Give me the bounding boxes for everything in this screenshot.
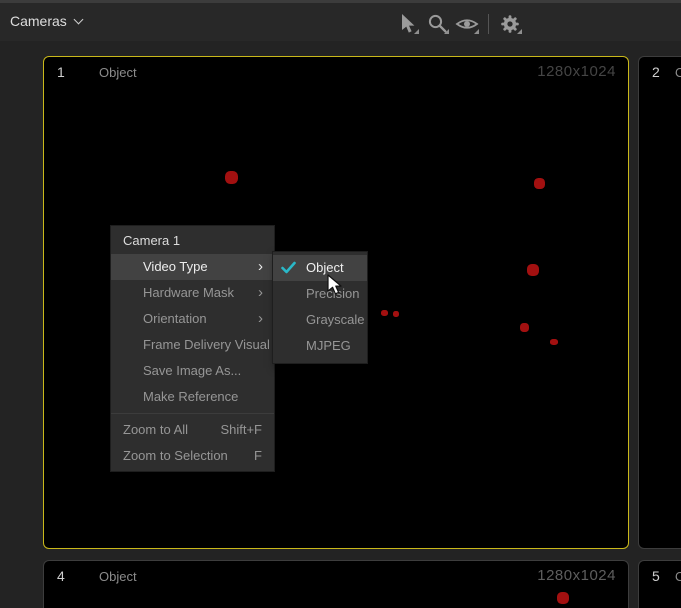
menu-separator bbox=[111, 413, 274, 414]
select-tool-button[interactable] bbox=[392, 10, 422, 37]
camera-resolution: 1280x1024 bbox=[537, 63, 616, 80]
tracked-marker bbox=[534, 178, 545, 189]
tracked-marker bbox=[393, 311, 399, 317]
submenu-item-mjpeg[interactable]: MJPEG bbox=[273, 333, 367, 359]
submenu-item-grayscale[interactable]: Grayscale bbox=[273, 307, 367, 333]
view-selector-label: Cameras bbox=[10, 13, 67, 29]
menu-item-label: Video Type bbox=[143, 259, 208, 274]
camera-video-type-label: Object bbox=[99, 65, 137, 80]
tracked-marker bbox=[527, 264, 539, 276]
dropdown-corner-icon bbox=[474, 29, 479, 34]
menu-item-hardware-mask[interactable]: Hardware Mask bbox=[111, 280, 274, 306]
dropdown-corner-icon bbox=[414, 29, 419, 34]
menu-item-zoom-to-selection[interactable]: Zoom to Selection F bbox=[111, 443, 274, 469]
submenu-item-label: Object bbox=[306, 260, 344, 275]
submenu-arrow-icon bbox=[258, 306, 263, 332]
context-menu-header: Camera 1 bbox=[111, 228, 274, 254]
dropdown-corner-icon bbox=[444, 29, 449, 34]
submenu-item-label: MJPEG bbox=[306, 338, 351, 353]
tracked-marker bbox=[225, 171, 238, 184]
menu-item-video-type[interactable]: Video Type bbox=[111, 254, 274, 280]
tracked-marker bbox=[550, 339, 558, 345]
viewport-toolbar: Cameras bbox=[0, 0, 681, 41]
menu-item-zoom-to-all[interactable]: Zoom to All Shift+F bbox=[111, 417, 274, 443]
camera-viewport-pane: Cameras bbox=[0, 0, 681, 608]
tracked-marker bbox=[557, 592, 569, 604]
camera-number: 4 bbox=[57, 568, 65, 584]
chevron-down-icon bbox=[73, 14, 83, 24]
camera-panel-5[interactable]: 5 Object bbox=[638, 560, 681, 608]
toolbar-divider bbox=[488, 14, 489, 34]
video-type-submenu: Object Precision Grayscale MJPEG bbox=[272, 251, 368, 364]
menu-item-label: Orientation bbox=[143, 311, 207, 326]
menu-item-label: Hardware Mask bbox=[143, 285, 234, 300]
menu-item-shortcut: F bbox=[254, 443, 262, 469]
menu-item-frame-delivery-visual[interactable]: Frame Delivery Visual bbox=[111, 332, 274, 358]
mouse-cursor-icon bbox=[327, 274, 343, 296]
menu-item-label: Zoom to All bbox=[123, 417, 188, 443]
camera-number: 2 bbox=[652, 64, 660, 80]
view-selector-dropdown[interactable]: Cameras bbox=[10, 13, 82, 29]
dropdown-corner-icon bbox=[517, 29, 522, 34]
camera-video-type-label: Object bbox=[675, 569, 681, 584]
camera-panel-4[interactable]: 4 Object 1280x1024 bbox=[43, 560, 629, 608]
camera-video-type-label: Object bbox=[99, 569, 137, 584]
camera-panel-2[interactable]: 2 Object bbox=[638, 56, 681, 549]
camera-resolution: 1280x1024 bbox=[537, 567, 616, 584]
menu-item-label: Frame Delivery Visual bbox=[143, 337, 270, 352]
tracked-marker bbox=[381, 310, 388, 316]
visual-aids-button[interactable] bbox=[452, 10, 482, 37]
submenu-item-object[interactable]: Object bbox=[273, 255, 367, 281]
menu-item-label: Save Image As... bbox=[143, 363, 241, 378]
checkmark-icon bbox=[281, 261, 296, 274]
menu-item-orientation[interactable]: Orientation bbox=[111, 306, 274, 332]
camera-number: 5 bbox=[652, 568, 660, 584]
menu-item-save-image-as[interactable]: Save Image As... bbox=[111, 358, 274, 384]
submenu-item-label: Grayscale bbox=[306, 312, 365, 327]
camera-context-menu: Camera 1 Video Type Hardware Mask Orient… bbox=[110, 225, 275, 472]
menu-item-label: Zoom to Selection bbox=[123, 443, 228, 469]
menu-item-shortcut: Shift+F bbox=[220, 417, 262, 443]
submenu-arrow-icon bbox=[258, 254, 263, 280]
zoom-tool-button[interactable] bbox=[422, 10, 452, 37]
toolbar-icon-group bbox=[392, 10, 525, 37]
menu-item-label: Make Reference bbox=[143, 389, 238, 404]
camera-video-type-label: Object bbox=[675, 65, 681, 80]
menu-item-make-reference[interactable]: Make Reference bbox=[111, 384, 274, 410]
submenu-arrow-icon bbox=[258, 280, 263, 306]
tracked-marker bbox=[520, 323, 529, 332]
settings-button[interactable] bbox=[495, 10, 525, 37]
submenu-item-precision[interactable]: Precision bbox=[273, 281, 367, 307]
camera-number: 1 bbox=[57, 64, 65, 80]
